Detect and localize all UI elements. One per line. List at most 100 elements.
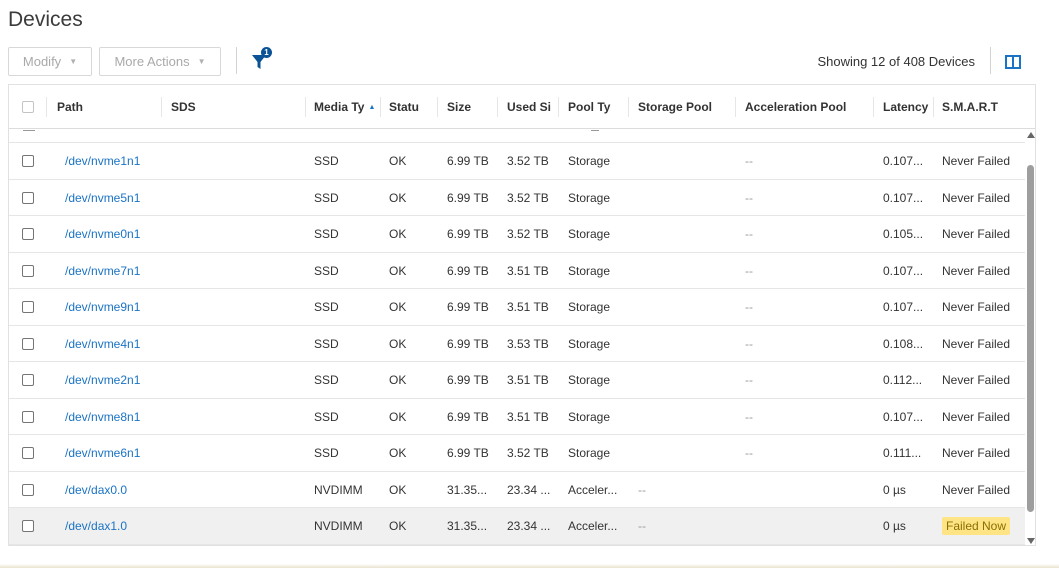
cell-path[interactable]: /dev/dax1.0 bbox=[47, 508, 162, 544]
cell-path[interactable]: /dev/nvme8n1 bbox=[47, 399, 162, 435]
cell-used-size: 3.51 TB bbox=[507, 409, 549, 424]
row-select-cell bbox=[9, 143, 47, 179]
table-row[interactable]: /dev/dax0.0 NVDIMM OK 31.35... 23.34 ... Acce… bbox=[9, 472, 1025, 508]
filter-button[interactable]: 1 bbox=[251, 47, 273, 71]
cell-status: OK bbox=[389, 409, 407, 424]
row-checkbox[interactable] bbox=[22, 301, 34, 313]
cell-used-size: 23.34 ... bbox=[507, 482, 551, 497]
row-checkbox[interactable] bbox=[22, 228, 34, 240]
column-header-path[interactable]: Path bbox=[47, 85, 162, 129]
row-select-cell bbox=[9, 472, 47, 508]
cell-status: OK bbox=[389, 519, 407, 533]
table-row[interactable]: /dev/nvme6n1 SSD OK 6.99 TB 3.52 TB Storage --… bbox=[9, 435, 1025, 472]
table-row[interactable]: /dev/nvme2n1 SSD OK 6.99 TB 3.51 TB Storage --… bbox=[9, 362, 1025, 399]
table-row[interactable]: /dev/nvme9n1 SSD OK 6.99 TB 3.51 TB Storage --… bbox=[9, 289, 1025, 326]
cell-size: 31.35... bbox=[447, 482, 488, 497]
row-checkbox[interactable] bbox=[22, 447, 34, 459]
table-row-partial bbox=[9, 130, 1025, 143]
row-checkbox[interactable] bbox=[22, 337, 34, 350]
table-row[interactable]: /dev/nvme7n1 SSD OK 6.99 TB 3.51 TB Storage --… bbox=[9, 253, 1025, 289]
toolbar-divider bbox=[990, 47, 991, 74]
cell-storage-pool bbox=[629, 289, 736, 325]
row-checkbox[interactable] bbox=[22, 520, 34, 532]
cell-acceleration-pool: -- bbox=[745, 409, 753, 424]
row-checkbox[interactable] bbox=[22, 264, 34, 277]
vertical-scrollbar[interactable] bbox=[1026, 130, 1035, 545]
column-label: Path bbox=[57, 100, 84, 114]
more-actions-button[interactable]: More Actions ▼ bbox=[99, 47, 221, 76]
table-row[interactable]: /dev/nvme0n1 SSD OK 6.99 TB 3.52 TB Storage --… bbox=[9, 216, 1025, 253]
cell-path[interactable]: /dev/nvme9n1 bbox=[47, 289, 162, 325]
row-select-cell bbox=[9, 180, 47, 216]
table-row[interactable]: /dev/nvme4n1 SSD OK 6.99 TB 3.53 TB Storage --… bbox=[9, 326, 1025, 362]
cell-latency: 0 µs bbox=[883, 482, 906, 497]
table-row[interactable]: /dev/dax1.0 NVDIMM OK 31.35... 23.34 ... Acce… bbox=[9, 508, 1025, 545]
cell-path[interactable]: /dev/dax0.0 bbox=[47, 472, 162, 508]
select-all-checkbox[interactable] bbox=[22, 101, 34, 113]
cell-status: OK bbox=[389, 300, 407, 314]
cell-path[interactable]: /dev/nvme2n1 bbox=[47, 362, 162, 398]
cell-sds bbox=[162, 472, 306, 508]
column-header-latency[interactable]: Latency bbox=[874, 85, 934, 129]
cell-latency: 0.112... bbox=[883, 373, 923, 387]
column-header-size[interactable]: Size bbox=[438, 85, 498, 129]
cell-acceleration-pool: -- bbox=[745, 227, 753, 241]
column-header-acceleration-pool[interactable]: Acceleration Pool bbox=[736, 85, 874, 129]
column-header-storage-pool[interactable]: Storage Pool bbox=[629, 85, 736, 129]
cell-sds bbox=[162, 289, 306, 325]
column-header-sds[interactable]: SDS bbox=[162, 85, 306, 129]
column-toggle-icon[interactable] bbox=[1005, 55, 1021, 69]
row-checkbox[interactable] bbox=[22, 410, 34, 423]
column-header-used-size[interactable]: Used Si bbox=[498, 85, 559, 129]
column-label: S.M.A.R.T bbox=[942, 100, 998, 114]
cell-status: OK bbox=[389, 336, 407, 351]
row-checkbox[interactable] bbox=[22, 374, 34, 386]
cell-size: 6.99 TB bbox=[447, 227, 489, 241]
cell-used-size: 23.34 ... bbox=[507, 519, 551, 533]
cell-status: OK bbox=[389, 190, 407, 205]
row-checkbox[interactable] bbox=[22, 155, 34, 167]
column-header-smart[interactable]: S.M.A.R.T bbox=[934, 85, 1024, 129]
cell-latency: 0.111... bbox=[883, 446, 922, 460]
scrollbar-thumb[interactable] bbox=[1027, 165, 1034, 512]
column-label: Size bbox=[447, 100, 472, 114]
cell-latency: 0.107... bbox=[883, 409, 924, 424]
column-header-pool-type[interactable]: Pool Ty bbox=[559, 85, 629, 129]
scroll-down-icon[interactable] bbox=[1027, 538, 1035, 544]
row-select-cell bbox=[9, 253, 47, 289]
cell-pool-type: Storage bbox=[568, 446, 611, 460]
cell-media-type: SSD bbox=[314, 190, 339, 205]
cell-path[interactable]: /dev/nvme1n1 bbox=[47, 143, 162, 179]
row-select-cell bbox=[9, 362, 47, 398]
modify-button[interactable]: Modify ▼ bbox=[8, 47, 92, 76]
cell-path[interactable]: /dev/nvme0n1 bbox=[47, 216, 162, 252]
cell-path[interactable]: /dev/nvme4n1 bbox=[47, 326, 162, 362]
cell-latency: 0.105... bbox=[883, 227, 924, 241]
cell-storage-pool bbox=[629, 180, 736, 216]
cell-path[interactable]: /dev/nvme7n1 bbox=[47, 253, 162, 289]
record-count-text: Showing 12 of 408 Devices bbox=[817, 54, 975, 69]
cell-storage-pool bbox=[629, 143, 736, 179]
cell-path[interactable]: /dev/nvme6n1 bbox=[47, 435, 162, 471]
scroll-up-icon[interactable] bbox=[1027, 132, 1035, 138]
table-row[interactable]: /dev/nvme8n1 SSD OK 6.99 TB 3.51 TB Storage --… bbox=[9, 399, 1025, 435]
table-row[interactable]: /dev/nvme5n1 SSD OK 6.99 TB 3.52 TB Storage --… bbox=[9, 180, 1025, 216]
page-bottom-edge bbox=[0, 564, 1059, 568]
cell-path[interactable]: /dev/nvme5n1 bbox=[47, 180, 162, 216]
row-checkbox[interactable] bbox=[22, 191, 34, 204]
cell-smart: Never Failed bbox=[942, 154, 1011, 168]
row-select-cell bbox=[9, 399, 47, 435]
row-checkbox[interactable] bbox=[22, 483, 34, 496]
table-row[interactable]: /dev/nvme1n1 SSD OK 6.99 TB 3.52 TB Storage --… bbox=[9, 143, 1025, 180]
column-header-status[interactable]: Statu bbox=[381, 85, 438, 129]
select-all-cell bbox=[9, 85, 47, 129]
sort-ascending-icon: ▲ bbox=[368, 103, 376, 111]
column-label: SDS bbox=[171, 100, 196, 114]
cell-sds bbox=[162, 435, 306, 471]
cell-pool-type: Storage bbox=[568, 154, 611, 168]
column-header-media-type[interactable]: Media Ty ▲ bbox=[306, 85, 381, 129]
cell-media-type: SSD bbox=[314, 227, 339, 241]
cell-smart: Never Failed bbox=[942, 446, 1011, 460]
chevron-down-icon: ▼ bbox=[197, 57, 206, 66]
cell-size: 6.99 TB bbox=[447, 263, 489, 278]
